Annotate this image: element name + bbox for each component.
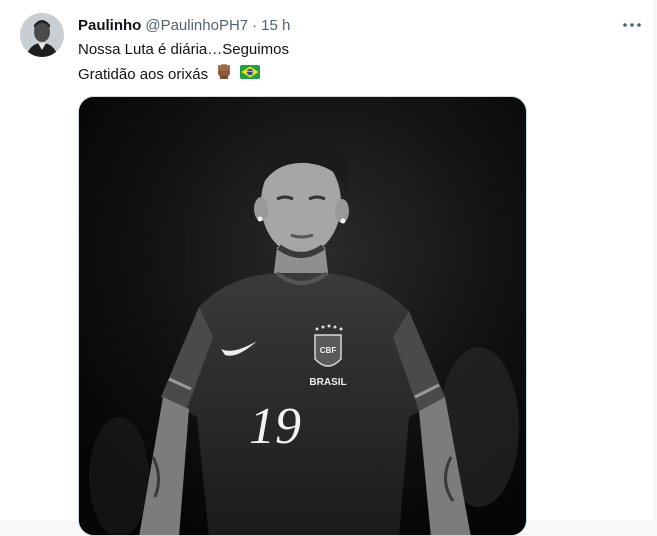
avatar-photo [20, 13, 64, 57]
more-options-button[interactable] [618, 14, 646, 36]
tweet-header: Paulinho @PaulinhoPH7 · 15 h [78, 15, 290, 35]
tweet-text-line-1: Nossa Luta é diária…Seguimos [78, 41, 289, 58]
tweet-text: Nossa Luta é diária…Seguimos Gratidão ao… [78, 38, 618, 88]
player-photo: CBF BRASIL 19 [79, 97, 526, 535]
author-avatar[interactable] [20, 13, 64, 57]
tweet-text-line-2: Gratidão aos orixás [78, 62, 618, 88]
more-horizontal-icon [623, 23, 641, 27]
tweet-timestamp[interactable]: 15 h [261, 17, 290, 34]
crest-text: CBF [320, 346, 337, 355]
author-handle[interactable]: @PaulinhoPH7 [145, 17, 248, 34]
tweet-text-line-2-words: Gratidão aos orixás [78, 65, 209, 83]
tweet-media-photo[interactable]: CBF BRASIL 19 [78, 96, 527, 536]
brazil-flag-emoji-icon [240, 63, 261, 87]
shirt-word: BRASIL [309, 377, 346, 388]
header-separator: · [252, 16, 258, 34]
author-name[interactable]: Paulinho [78, 17, 141, 34]
shirt-number: 19 [249, 398, 301, 455]
raised-fist-emoji-icon [215, 62, 233, 88]
tweet-card[interactable]: Paulinho @PaulinhoPH7 · 15 h Nossa Luta … [0, 0, 655, 536]
